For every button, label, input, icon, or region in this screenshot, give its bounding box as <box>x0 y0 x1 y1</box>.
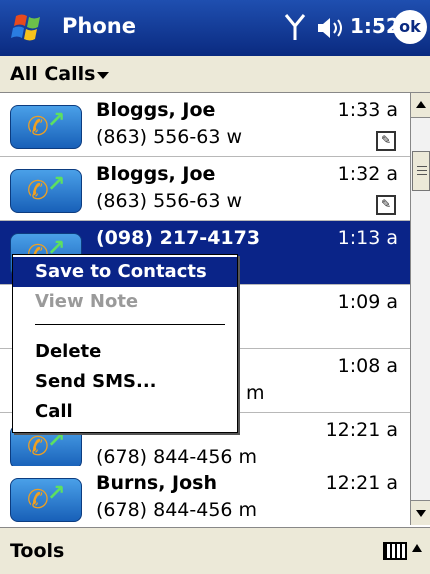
context-menu: Save to Contacts View Note Delete Send S… <box>12 254 238 433</box>
scrollbar[interactable] <box>410 93 430 525</box>
call-name: Bloggs, Joe <box>96 99 216 121</box>
chevron-down-icon <box>97 72 109 79</box>
call-time: 1:09 a <box>337 291 398 313</box>
call-row[interactable]: ✆ ↗ Bloggs, Joe (863) 556-63 w 1:33 a ✎ <box>0 93 410 157</box>
signal-antenna-icon[interactable] <box>284 12 306 42</box>
input-panel-arrow-icon[interactable] <box>412 544 422 552</box>
call-row[interactable]: ✆ ↗ Bloggs, Joe (863) 556-63 w 1:32 a ✎ <box>0 157 410 221</box>
call-number: (863) 556-63 w <box>96 126 243 148</box>
note-icon[interactable]: ✎ <box>376 131 396 151</box>
outgoing-call-icon: ✆↗ <box>10 478 82 522</box>
menu-item-delete[interactable]: Delete <box>13 337 237 367</box>
scroll-up-button[interactable] <box>411 93 430 118</box>
menu-item-send-sms[interactable]: Send SMS... <box>13 367 237 397</box>
menu-item-call[interactable]: Call <box>13 397 237 427</box>
menu-item-save-to-contacts[interactable]: Save to Contacts <box>13 257 237 287</box>
command-bar: Tools <box>0 527 430 574</box>
call-number: (678) 844-456 m <box>96 499 258 521</box>
ok-button[interactable]: ok <box>393 10 427 44</box>
call-time: 1:13 a <box>337 227 398 249</box>
call-row[interactable]: ✆ ↗ Burns, Josh (678) 844-456 m 12:21 a <box>0 466 410 523</box>
call-number: (863) 556-63 w <box>96 190 243 212</box>
call-time: 1:33 a <box>337 99 398 121</box>
call-time: 1:32 a <box>337 163 398 185</box>
arrow-up-icon <box>416 101 426 108</box>
menu-separator <box>35 324 225 325</box>
call-time: 1:08 a <box>337 355 398 377</box>
call-name: Bloggs, Joe <box>96 163 216 185</box>
call-name: Burns, Josh <box>96 472 218 494</box>
tools-menu-button[interactable]: Tools <box>10 540 64 562</box>
speaker-volume-icon[interactable] <box>316 14 346 42</box>
app-title: Phone <box>62 14 136 38</box>
outgoing-call-icon: ✆↗ <box>10 169 82 213</box>
scroll-down-button[interactable] <box>411 500 430 525</box>
windows-start-icon[interactable] <box>10 10 48 46</box>
call-number: m <box>246 382 265 404</box>
menu-item-view-note: View Note <box>35 291 139 312</box>
filter-bar[interactable]: All Calls <box>0 56 430 93</box>
call-time: 12:21 a <box>325 419 398 441</box>
title-bar: Phone 1:52 ok <box>0 0 430 56</box>
keyboard-icon[interactable] <box>383 542 407 560</box>
arrow-down-icon <box>416 510 426 517</box>
call-number: (678) 844-456 m <box>96 446 258 468</box>
note-icon[interactable]: ✎ <box>376 195 396 215</box>
call-filter-dropdown[interactable]: All Calls <box>10 63 95 85</box>
scroll-thumb[interactable] <box>412 151 430 191</box>
call-name: (098) 217-4173 <box>96 227 261 249</box>
call-time: 12:21 a <box>325 472 398 494</box>
outgoing-call-icon: ✆↗ <box>10 105 82 149</box>
